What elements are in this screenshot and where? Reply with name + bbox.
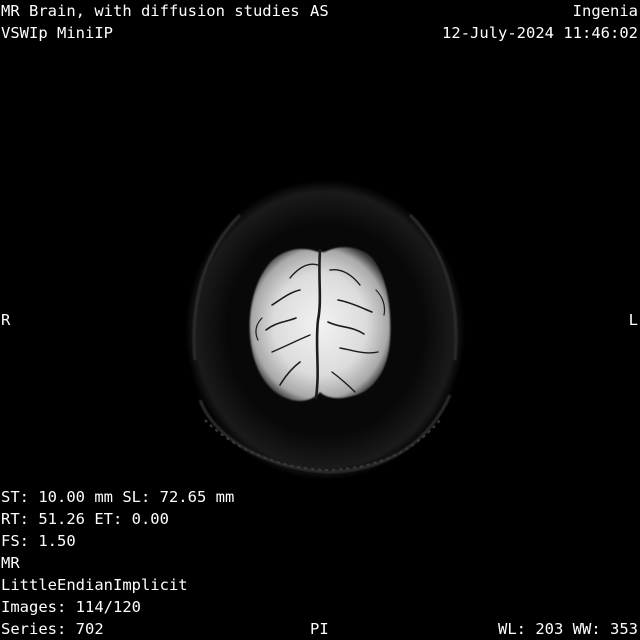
orientation-left: R: [1, 311, 11, 329]
field-strength: FS: 1.50: [1, 532, 76, 550]
timing-info: RT: 51.26 ET: 0.00: [1, 510, 169, 528]
series-description: VSWIp MiniIP: [1, 24, 113, 42]
transfer-syntax: LittleEndianImplicit: [1, 576, 188, 594]
orientation-bottom: PI: [310, 620, 329, 638]
series-number: Series: 702: [1, 620, 104, 638]
overlay-bottom-left: ST: 10.00 mm SL: 72.65 mm RT: 51.26 ET: …: [1, 486, 234, 640]
overlay-bottom-right: WL: 203 WW: 353: [498, 618, 638, 640]
overlay-top-left: MR Brain, with diffusion studies VSWIp M…: [1, 0, 300, 44]
image-viewport[interactable]: MR Brain, with diffusion studies VSWIp M…: [0, 0, 640, 640]
orientation-right: L: [628, 311, 638, 329]
window-level-width: WL: 203 WW: 353: [498, 620, 638, 638]
manufacturer-model: Ingenia: [572, 2, 638, 20]
study-datetime: 12-July-2024 11:46:02: [442, 24, 638, 42]
overlay-top-right: Ingenia 12-July-2024 11:46:02: [442, 0, 638, 44]
modality: MR: [1, 554, 20, 572]
slice-info: ST: 10.00 mm SL: 72.65 mm: [1, 488, 235, 506]
image-counter: Images: 114/120: [1, 598, 141, 616]
orientation-top: AS: [310, 2, 329, 20]
study-description: MR Brain, with diffusion studies: [1, 2, 300, 20]
